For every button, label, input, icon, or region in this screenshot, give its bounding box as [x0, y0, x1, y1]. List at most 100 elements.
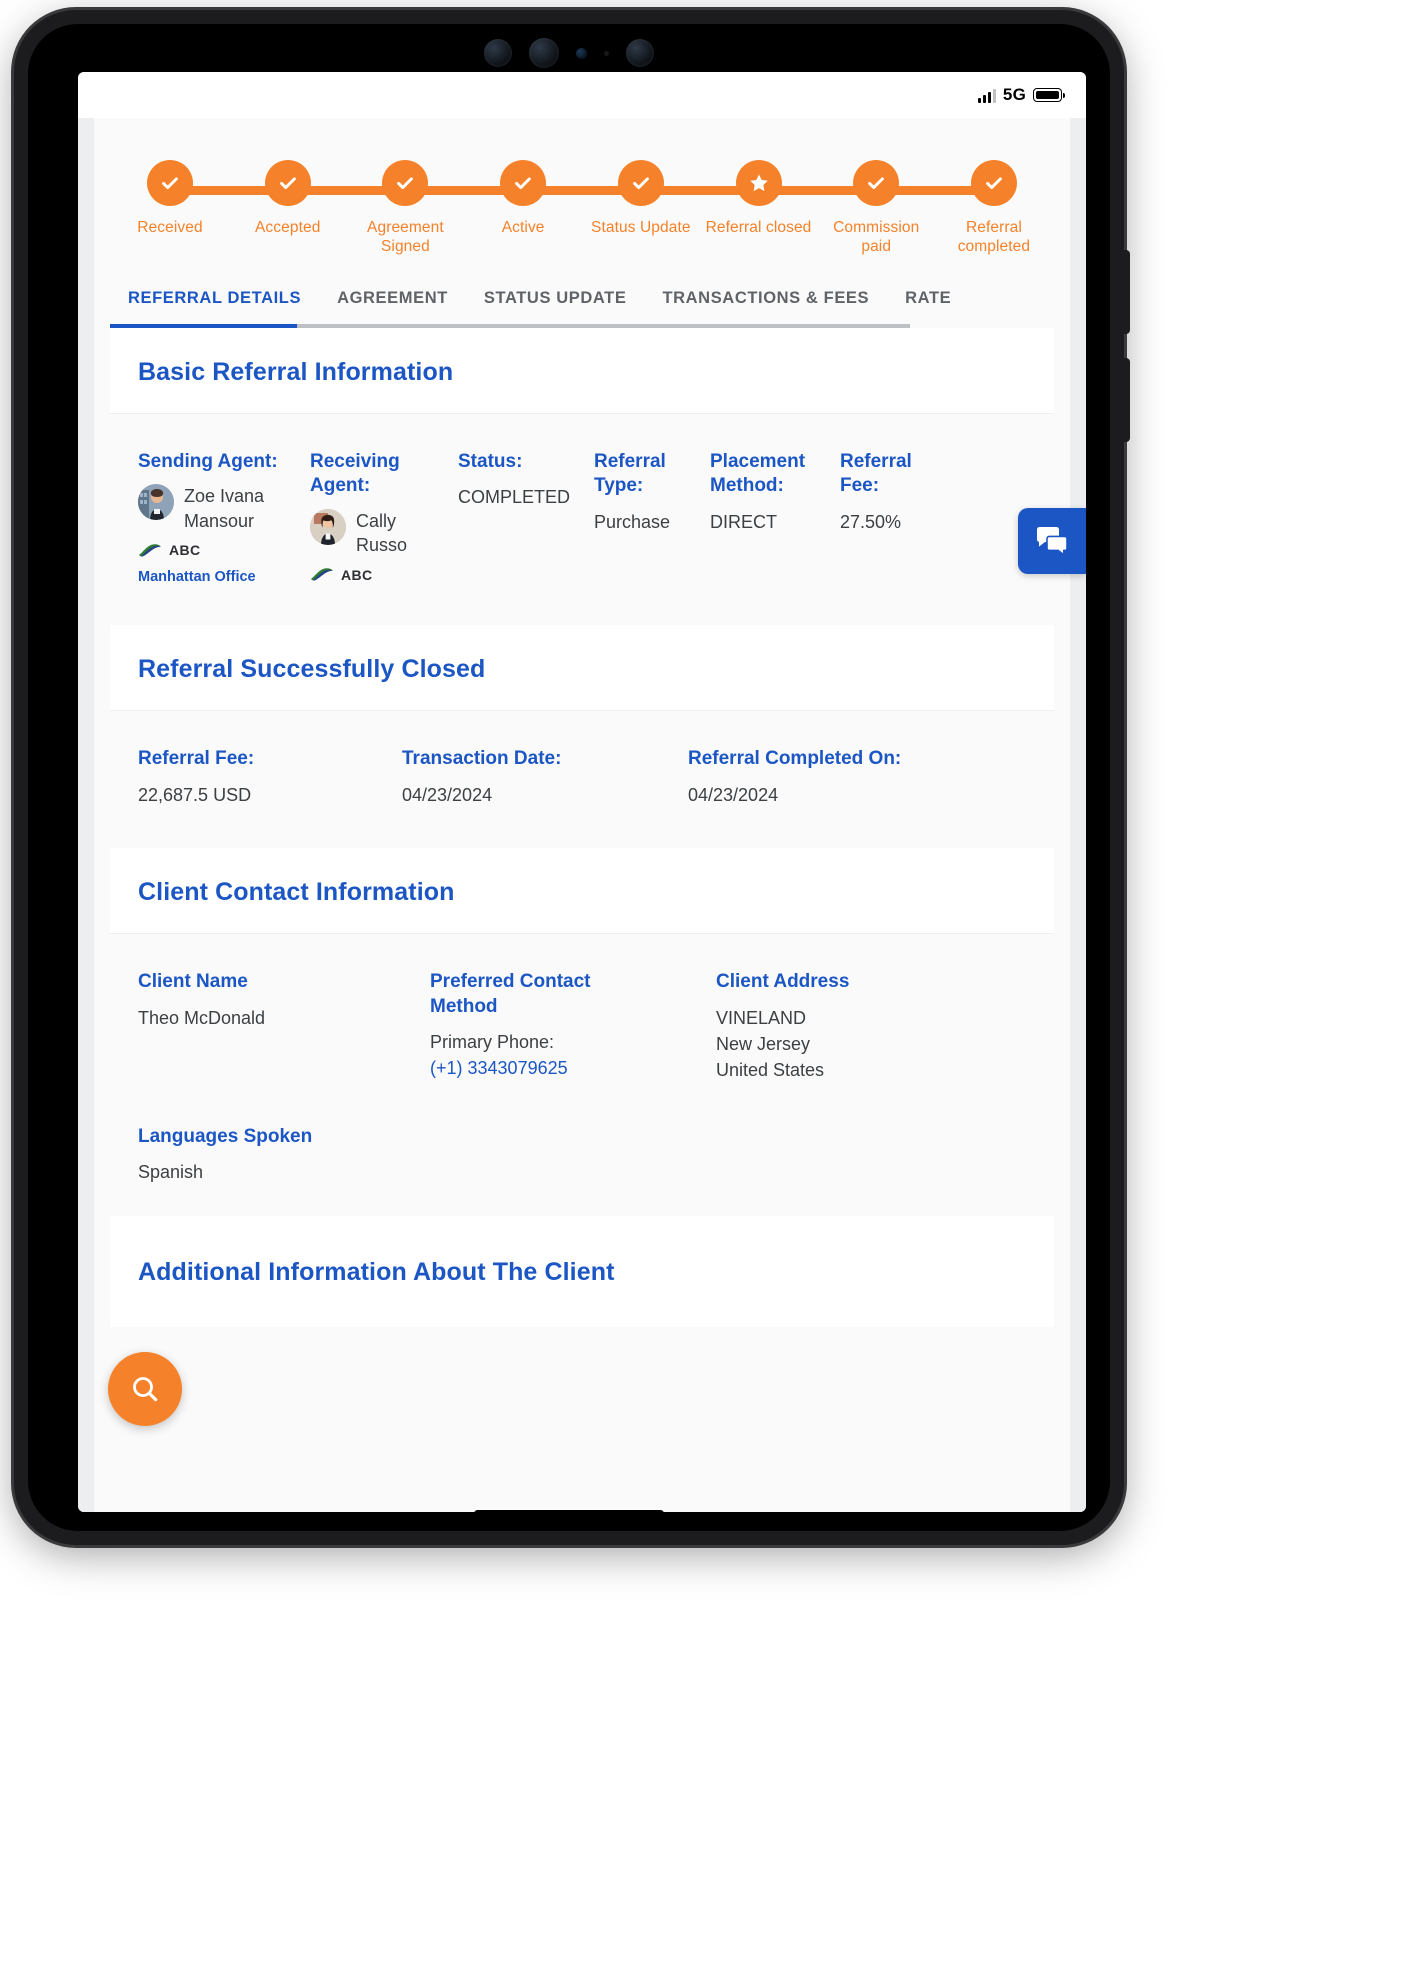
referral-fee-value: 27.50% [840, 512, 902, 533]
avatar [138, 484, 174, 521]
stepper-label: Status Update [591, 219, 691, 236]
preferred-contact-label: Preferred Contact Method [430, 970, 591, 1017]
stepper-label: Referral completed [957, 219, 1031, 256]
stepper-step-referral-completed[interactable]: Referral completed [938, 160, 1050, 257]
stepper-label: Active [501, 219, 545, 236]
referral-fee-field: Referral Fee: 27.50% [840, 450, 950, 535]
client-address-line: VINELAND [716, 1007, 807, 1028]
primary-phone-link[interactable]: (+1) 3343079625 [430, 1055, 716, 1081]
stepper-label: Accepted [254, 219, 321, 236]
stepper-step-accepted[interactable]: Accepted [232, 160, 344, 237]
tab-underline [110, 323, 910, 328]
receiving-agent-field: Receiving Agent: Cally Russo ABC [310, 450, 458, 583]
network-label: 5G [1002, 85, 1026, 104]
receiving-agent-brand: ABC [310, 567, 458, 583]
search-icon [133, 1377, 158, 1402]
brand-logo-icon [311, 568, 333, 582]
check-icon [382, 160, 429, 206]
bottom-spacer [94, 1326, 1070, 1361]
field-label: Referral Fee: [138, 748, 255, 770]
sending-agent-field: Sending Agent: Zoe Ivana Mansour ABC Man… [138, 450, 310, 585]
camera-lens-icon [626, 39, 654, 67]
brand-logo-icon [139, 543, 161, 557]
field-label: Referral Completed On: [688, 748, 902, 770]
closed-referral-fee-field: Referral Fee: 22,687.5 USD [138, 747, 402, 808]
battery-icon [1033, 88, 1066, 102]
app-content-area: Received Accepted Agreement Signed Activ… [78, 118, 1086, 1512]
stepper-step-status-update[interactable]: Status Update [585, 160, 697, 237]
card-header: Referral Successfully Closed [110, 625, 1054, 712]
client-address-label: Client Address [716, 970, 850, 992]
tablet-bezel: 5G Received Accepted Agreement Signed Ac… [28, 24, 1110, 1531]
placement-method-label: Placement Method: [710, 450, 806, 497]
client-name-value: Theo McDonald [138, 1007, 266, 1028]
tab-rate[interactable]: RATE [887, 279, 969, 324]
brand-label: ABC [169, 542, 201, 559]
field-value: 04/23/2024 [402, 784, 493, 805]
referral-type-label: Referral Type: [594, 450, 666, 497]
tab-transactions-fees[interactable]: TRANSACTIONS & FEES [644, 279, 887, 324]
camera-lens-icon [529, 38, 559, 68]
placement-method-value: DIRECT [710, 512, 777, 533]
home-indicator[interactable] [474, 1510, 664, 1517]
check-icon [147, 160, 193, 206]
page-title: Basic Referral Information [138, 357, 454, 386]
camera-lens-icon [484, 39, 512, 67]
sending-agent-label: Sending Agent: [138, 450, 278, 472]
search-fab-button[interactable] [108, 1352, 182, 1426]
status-field: Status: COMPLETED [458, 450, 594, 511]
referral-type-value: Purchase [594, 512, 671, 533]
section-title: Referral Successfully Closed [138, 655, 486, 684]
section-title: Additional Information About The Client [138, 1257, 615, 1286]
languages-spoken-field: Languages Spoken Spanish [138, 1125, 430, 1186]
sending-agent-brand: ABC [138, 542, 310, 558]
tablet-device-frame: 5G Received Accepted Agreement Signed Ac… [14, 10, 1130, 1545]
tab-status-update[interactable]: STATUS UPDATE [466, 279, 645, 324]
status-label: Status: [458, 450, 523, 472]
stepper-step-agreement-signed[interactable]: Agreement Signed [349, 160, 461, 257]
stepper-step-active[interactable]: Active [467, 160, 579, 237]
referral-type-field: Referral Type: Purchase [594, 450, 710, 535]
placement-method-field: Placement Method: DIRECT [710, 450, 840, 535]
field-label: Transaction Date: [402, 748, 562, 770]
status-badge: COMPLETED [458, 487, 571, 508]
client-address-field: Client Address VINELAND New Jersey Unite… [716, 970, 996, 1083]
tab-active-indicator [110, 323, 297, 328]
basic-referral-information-card: Basic Referral Information Sending Agent… [110, 327, 1054, 626]
avatar [310, 509, 346, 546]
client-address-line: New Jersey [716, 1033, 811, 1054]
tab-referral-details[interactable]: REFERRAL DETAILS [110, 279, 319, 324]
volume-up-button[interactable] [1123, 250, 1130, 334]
stepper-step-commission-paid[interactable]: Commission paid [820, 160, 932, 257]
sending-agent-name: Zoe Ivana Mansour [184, 486, 265, 531]
camera-sensor-icon [576, 47, 587, 59]
check-icon [970, 160, 1017, 206]
chat-fab-button[interactable] [1018, 508, 1086, 574]
card-body: Referral Fee: 22,687.5 USD Transaction D… [110, 711, 1054, 848]
tab-agreement[interactable]: AGREEMENT [319, 279, 466, 324]
receiving-agent-label: Receiving Agent: [310, 450, 400, 497]
client-address-line: United States [716, 1059, 825, 1080]
languages-spoken-label: Languages Spoken [138, 1125, 313, 1147]
card-header: Basic Referral Information [110, 327, 1054, 414]
field-value: 22,687.5 USD [138, 784, 252, 805]
star-icon [735, 160, 782, 206]
status-bar: 5G [78, 72, 1086, 118]
stepper-label: Commission paid [833, 219, 920, 256]
card-body: Client Name Theo McDonald Preferred Cont… [110, 933, 1054, 1216]
stepper-step-received[interactable]: Received [114, 160, 226, 237]
stepper-label: Referral closed [705, 219, 812, 236]
volume-down-button[interactable] [1123, 358, 1130, 442]
receiving-agent-name: Cally Russo [356, 511, 408, 556]
card-body: Sending Agent: Zoe Ivana Mansour ABC Man… [110, 413, 1054, 626]
camera-array [484, 38, 654, 68]
client-name-field: Client Name Theo McDonald [138, 970, 430, 1031]
check-icon [264, 160, 311, 206]
preferred-contact-method-field: Preferred Contact Method Primary Phone: … [430, 970, 716, 1082]
brand-label: ABC [341, 566, 373, 583]
field-value: 04/23/2024 [688, 784, 779, 805]
device-screen: 5G Received Accepted Agreement Signed Ac… [78, 72, 1086, 1512]
office-link[interactable]: Manhattan Office [138, 569, 310, 585]
stepper-step-referral-closed[interactable]: Referral closed [703, 160, 815, 237]
client-name-label: Client Name [138, 970, 248, 992]
